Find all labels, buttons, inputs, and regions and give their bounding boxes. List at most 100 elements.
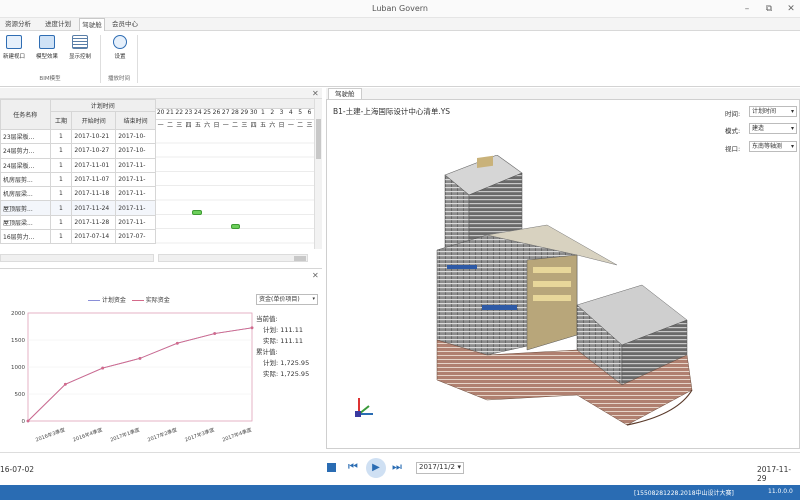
funds-line-chart: 0 500 1000 1500 2000 2016年3季度 2016年4季度 2017年1季度… [11, 311, 254, 443]
display-control-button[interactable]: 显示控制 [66, 35, 94, 73]
col-duration[interactable]: 工期 [49, 111, 73, 130]
new-viewport-button[interactable]: 新建视口 [0, 35, 28, 73]
table-row[interactable]: 23层梁板... 1 2017-10-21 2017-10- [0, 128, 156, 145]
col-end[interactable]: 结束时间 [115, 111, 156, 130]
gantt-bar[interactable] [231, 224, 240, 229]
chart-legend: 计划资金 实际资金 [88, 295, 170, 304]
play-icon[interactable]: ▶ [366, 458, 386, 478]
cell-start: 2017-11-28 [71, 214, 117, 231]
table-row[interactable]: 24层梁板... 1 2017-11-01 2017-11- [0, 157, 156, 173]
current-date-picker[interactable]: 2017/11/2 ▾ [416, 462, 464, 474]
timeline-weekday: 二 [295, 119, 305, 129]
close-chart-icon[interactable]: ✕ [312, 271, 319, 280]
y-tick-label: 500 [15, 392, 26, 398]
funds-type-value: 资金(单价项目) [259, 296, 300, 303]
timeline-day: 26 [212, 109, 221, 116]
chevron-down-icon: ▾ [457, 463, 461, 471]
series-line-1 [27, 327, 253, 422]
stop-icon[interactable] [327, 463, 336, 472]
settings-button[interactable]: 设置 [106, 35, 134, 73]
cell-name: 24层梁板... [0, 157, 51, 173]
gantt-timeline [156, 129, 314, 249]
scroll-thumb[interactable] [294, 256, 306, 261]
cell-start: 2017-07-14 [71, 229, 117, 245]
x-tick-label: 2017年3季度 [184, 426, 215, 443]
gantt-bar[interactable] [192, 210, 202, 215]
timeline-horizontal-scrollbar[interactable] [158, 254, 308, 262]
ribbon-toolbar: 新建视口 模型效果 显示控制 设置 BIM模型 播放时间 [0, 31, 800, 87]
chevron-down-icon: ▾ [790, 143, 794, 150]
timeline-day: 23 [184, 109, 193, 116]
scroll-thumb[interactable] [316, 119, 321, 159]
x-tick-label: 2016年4季度 [72, 426, 103, 443]
mode-select[interactable]: 建造 ▾ [749, 123, 797, 134]
cell-end: 2017-11- [115, 186, 156, 202]
skip-back-icon[interactable]: ⏮ [348, 460, 358, 474]
maximize-icon[interactable]: ⧉ [762, 3, 776, 15]
table-row[interactable]: 16层剪力... 1 2017-07-14 2017-07- [0, 229, 156, 245]
mode-select-value: 建造 [752, 125, 765, 132]
tab-resource-analysis[interactable]: 资源分析 [2, 18, 34, 31]
cell-end: 2017-11- [115, 214, 156, 231]
timeline-weekday: 三 [174, 119, 184, 129]
gantt-vertical-scrollbar[interactable] [314, 99, 322, 249]
mode-label: 模式: [725, 127, 741, 135]
timeline-day: 4 [288, 109, 293, 116]
tab-member-center[interactable]: 会员中心 [109, 18, 141, 31]
timeline-day: 28 [231, 109, 239, 116]
y-tick-label: 1500 [11, 338, 25, 344]
cell-start: 2017-11-24 [71, 200, 117, 216]
cell-duration: 1 [49, 143, 73, 159]
view-tab-strip: 驾驶舱 [326, 88, 800, 99]
task-horizontal-scrollbar[interactable] [0, 254, 154, 262]
skip-forward-icon[interactable]: ⏭ [392, 460, 402, 474]
cell-end: 2017-11- [115, 200, 156, 216]
model-effect-button[interactable]: 模型效果 [33, 35, 61, 73]
tab-cockpit[interactable]: 驾驶舱 [79, 18, 105, 31]
timeline-days: 20 一 21 二 22 三 23 四 24 五 25 六 26 日 27 一 28 二 29 三 30 四 1 五 2 六 3 日 4… [156, 109, 322, 129]
col-task-name[interactable]: 任务名称 [0, 99, 51, 130]
cell-duration: 1 [49, 128, 73, 145]
current-value-label: 当前值: [256, 315, 278, 323]
table-row[interactable]: 机房层梁... 1 2017-11-18 2017-11- [0, 186, 156, 202]
chart-stats: 当前值: 计划: 111.11 实际: 111.11 累计值: 计划: 1,72… [256, 314, 309, 380]
cell-name: 机房层剪... [0, 171, 51, 188]
table-row[interactable]: 屋顶层剪... 1 2017-11-24 2017-11- [0, 200, 156, 216]
bim-3d-viewport[interactable]: B1-土建-上海国际设计中心清单.YS 时间: 计划时间 ▾ 模式: 建造 ▾ 视口… [326, 99, 800, 449]
close-icon[interactable]: ✕ [784, 3, 798, 15]
timeline-day: 24 [194, 109, 202, 116]
timeline-weekday: 二 [165, 119, 175, 129]
time-select[interactable]: 计划时间 ▾ [749, 106, 797, 117]
funds-type-select[interactable]: 资金(单价项目) ▾ [256, 294, 318, 305]
data-point [213, 332, 217, 335]
group-label-bim: BIM模型 [39, 76, 61, 82]
cell-name: 23层梁板... [0, 128, 51, 145]
table-row[interactable]: 机房层剪... 1 2017-11-07 2017-11- [0, 171, 156, 188]
cell-name: 屋顶层剪... [0, 200, 51, 216]
model-title: B1-土建-上海国际设计中心清单.YS [333, 107, 451, 116]
x-tick-label: 2017年2季度 [147, 426, 178, 443]
timeline-day: 3 [279, 109, 284, 116]
chevron-down-icon: ▾ [790, 108, 794, 115]
y-tick-label: 1000 [11, 365, 25, 371]
table-row[interactable]: 24层剪力... 1 2017-10-27 2017-10- [0, 143, 156, 159]
timeline-weekday: 五 [193, 119, 203, 129]
cell-end: 2017-10- [115, 128, 156, 145]
data-point [101, 366, 105, 370]
viewport-select[interactable]: 东南等轴测 ▾ [749, 141, 797, 152]
tab-cockpit-view[interactable]: 驾驶舱 [328, 88, 362, 99]
time-select-value: 计划时间 [752, 108, 777, 115]
table-row[interactable]: 屋顶层梁... 1 2017-11-28 2017-11- [0, 214, 156, 231]
legend-plan-label: 计划资金 [101, 297, 126, 304]
chevron-down-icon: ▾ [790, 125, 794, 132]
display-control-label: 显示控制 [68, 54, 91, 60]
close-gantt-icon[interactable]: ✕ [312, 89, 319, 98]
tab-schedule[interactable]: 进度计划 [40, 18, 76, 31]
funds-chart-panel: ✕ 计划资金 实际资金 资金(单价项目) ▾ 0 500 1000 1500 2000 2… [0, 268, 322, 450]
status-bar: [15508281228.2018中山设计大赛] 11.0.0.0 [0, 485, 800, 500]
minimize-icon[interactable]: – [740, 3, 754, 15]
cumulative-plan-value: 计划: 1,725.95 [263, 359, 310, 367]
col-plan-time: 计划时间 [49, 98, 157, 113]
timeline-day: 27 [221, 109, 230, 116]
col-start[interactable]: 开始时间 [71, 111, 117, 130]
